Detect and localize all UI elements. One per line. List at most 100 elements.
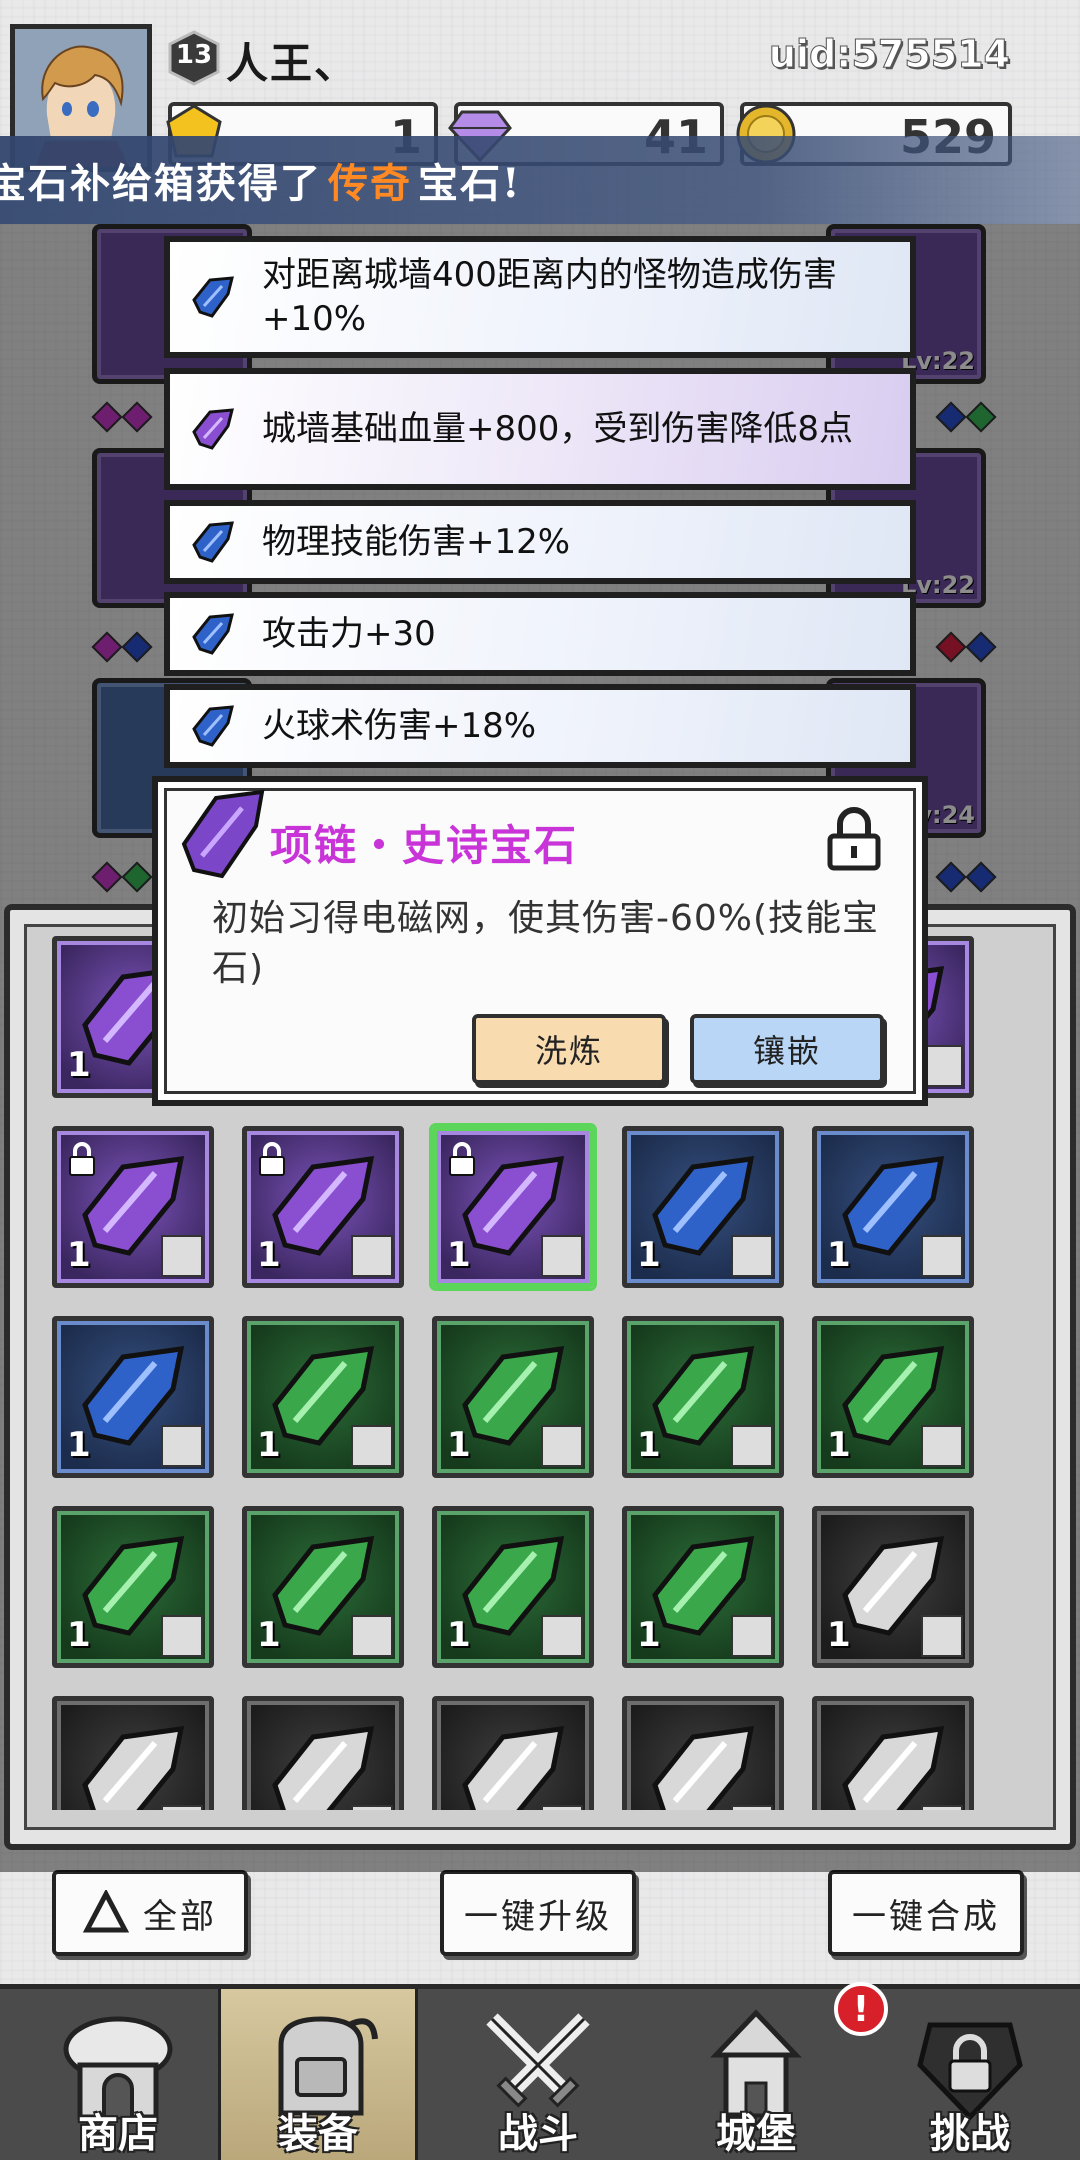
filter-all-label: 全部 [143, 1896, 217, 1937]
merge-all-button[interactable]: 一键合成 [828, 1870, 1024, 1956]
inventory-slot[interactable]: 1 [622, 1126, 784, 1288]
item-count: 1 [67, 1045, 91, 1085]
item-count: 1 [637, 1425, 661, 1465]
equip-type-icon [921, 1615, 963, 1657]
inventory-slot[interactable]: 1 [432, 1506, 594, 1668]
filter-all-button[interactable]: 全部 [52, 1870, 248, 1956]
item-count: 1 [827, 1615, 851, 1655]
inventory-slot[interactable] [812, 1696, 974, 1810]
inventory-slot[interactable]: 1 [812, 1316, 974, 1478]
grey-gem-icon [652, 1726, 755, 1810]
equip-type-icon [161, 1615, 203, 1657]
nav-challenge-label: 挑战 [930, 2111, 1010, 2157]
nav-battle-label: 战斗 [498, 2111, 578, 2157]
stat-card: 攻击力+30 [164, 592, 916, 676]
equip-type-icon [351, 1615, 393, 1657]
refine-button[interactable]: 洗炼 [472, 1014, 666, 1084]
inventory-slot[interactable]: 1 [622, 1316, 784, 1478]
banner-highlight: 传奇 [328, 160, 412, 207]
equip-type-icon [161, 1425, 203, 1467]
stat-text: 攻击力+30 [262, 614, 436, 654]
inventory-slot[interactable] [622, 1696, 784, 1810]
nav-castle[interactable]: 城堡 [656, 1989, 856, 2160]
item-count: 1 [447, 1235, 471, 1275]
equip-type-icon [161, 1805, 203, 1810]
inventory-slot[interactable] [432, 1696, 594, 1810]
inventory-slot[interactable]: 1 [242, 1316, 404, 1478]
item-count: 1 [447, 1425, 471, 1465]
item-count: 1 [257, 1615, 281, 1655]
item-count: 1 [637, 1235, 661, 1275]
equip-type-icon [921, 1235, 963, 1277]
nav-shop[interactable]: 商店 [18, 1989, 218, 2160]
nav-equipment[interactable]: 装备 [218, 1989, 418, 2160]
inventory-slot[interactable]: 1 [242, 1126, 404, 1288]
equip-type-icon [731, 1425, 773, 1467]
stat-card: 物理技能伤害+12% [164, 500, 916, 584]
item-count: 1 [257, 1425, 281, 1465]
equip-type-icon [351, 1235, 393, 1277]
inventory-slot[interactable] [52, 1696, 214, 1810]
banner-prefix: 宝石补给箱获得了 [0, 160, 322, 207]
stat-card: 对距离城墙400距离内的怪物造成伤害+10% [164, 236, 916, 358]
stat-text: 对距离城墙400距离内的怪物造成伤害+10% [262, 255, 837, 339]
bottom-nav: 商店 装备 战斗 城堡 挑战 [0, 1984, 1080, 2160]
grey-gem-icon [462, 1726, 565, 1810]
inventory-slot[interactable] [242, 1696, 404, 1810]
equip-type-icon [351, 1805, 393, 1810]
nav-shop-label: 商店 [78, 2111, 158, 2157]
item-count: 1 [637, 1615, 661, 1655]
upgrade-all-button[interactable]: 一键升级 [440, 1870, 636, 1956]
item-count: 1 [67, 1425, 91, 1465]
equip-type-icon [351, 1425, 393, 1467]
uid-text: uid:575514 [768, 32, 1010, 77]
level-text: 13 [175, 40, 213, 70]
inventory-slot[interactable]: 1 [432, 1126, 594, 1288]
equip-type-icon [161, 1235, 203, 1277]
inventory-slot[interactable]: 1 [52, 1126, 214, 1288]
inlay-button[interactable]: 镶嵌 [690, 1014, 884, 1084]
blue-gem-icon [192, 276, 234, 318]
item-count: 1 [827, 1425, 851, 1465]
player-name: 人王、 [226, 39, 359, 88]
drop-notification-banner: 宝石补给箱获得了 传奇 宝石! [0, 136, 1080, 224]
equip-type-icon [541, 1615, 583, 1657]
nav-challenge[interactable]: 挑战 [870, 1989, 1070, 2160]
equip-type-icon [541, 1805, 583, 1810]
inventory-slot[interactable]: 1 [242, 1506, 404, 1668]
item-count: 1 [257, 1235, 281, 1275]
lock-icon [259, 1142, 285, 1176]
blue-gem-icon [192, 705, 234, 747]
lock-icon [449, 1142, 475, 1176]
inventory-slot[interactable]: 1 [812, 1506, 974, 1668]
equip-type-icon [731, 1235, 773, 1277]
inventory-slot[interactable]: 1 [622, 1506, 784, 1668]
inventory-slot[interactable]: 1 [52, 1506, 214, 1668]
stat-text: 城墙基础血量+800，受到伤害降低8点 [262, 409, 854, 449]
equip-type-icon [541, 1425, 583, 1467]
stat-text: 火球术伤害+18% [262, 706, 537, 746]
blue-gem-icon [192, 521, 234, 563]
inventory-slot[interactable]: 1 [812, 1126, 974, 1288]
inventory-slot[interactable]: 1 [432, 1316, 594, 1478]
level-badge: 13 [166, 30, 222, 86]
epic-gem-icon [181, 789, 265, 879]
castle-alert-badge: ! [834, 1982, 888, 2036]
inventory-slot[interactable]: 1 [52, 1316, 214, 1478]
nav-equipment-label: 装备 [278, 2111, 358, 2157]
grey-gem-icon [82, 1726, 185, 1810]
lock-icon[interactable] [826, 806, 882, 872]
blue-gem-icon [192, 613, 234, 655]
banner-suffix: 宝石! [418, 160, 522, 207]
gem-detail-popup: 项链・史诗宝石 初始习得电磁网，使其伤害-60%(技能宝石) 洗炼 镶嵌 [152, 776, 928, 1106]
lock-icon [69, 1142, 95, 1176]
nav-battle[interactable]: 战斗 [438, 1989, 638, 2160]
stat-card: 城墙基础血量+800，受到伤害降低8点 [164, 368, 916, 490]
nav-castle-label: 城堡 [716, 2111, 796, 2157]
equip-type-icon [921, 1805, 963, 1810]
item-count: 1 [67, 1235, 91, 1275]
equip-type-icon [921, 1425, 963, 1467]
triangle-up-icon [83, 1890, 129, 1933]
stat-card: 火球术伤害+18% [164, 684, 916, 768]
equip-type-icon [731, 1615, 773, 1657]
